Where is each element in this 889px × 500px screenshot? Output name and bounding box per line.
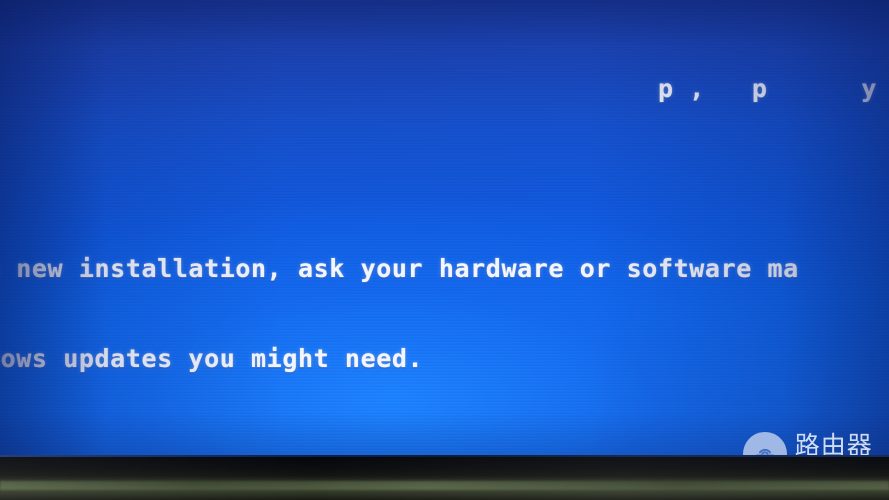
bsod-recovery-line-1: is a new installation, ask your hardware…	[0, 254, 799, 283]
bezel-highlight	[0, 455, 889, 500]
bezel-sheen	[0, 481, 889, 490]
watermark-brand-cn: 路由器	[794, 430, 873, 460]
monitor-bottom-bezel	[0, 455, 889, 500]
monitor-screen: p , p y is a new installation, ask your …	[0, 0, 889, 468]
bsod-text-block: p , p y is a new installation, ask your …	[0, 0, 889, 468]
bsod-partial-top-line: p , p y	[657, 74, 878, 103]
bezel-top-edge	[0, 455, 889, 457]
bsod-paragraph-recovery: is a new installation, ask your hardware…	[0, 194, 889, 434]
bsod-recovery-line-2: windows updates you might need.	[0, 344, 424, 373]
bsod-photo-screenshot: p , p y is a new installation, ask your …	[0, 0, 889, 500]
